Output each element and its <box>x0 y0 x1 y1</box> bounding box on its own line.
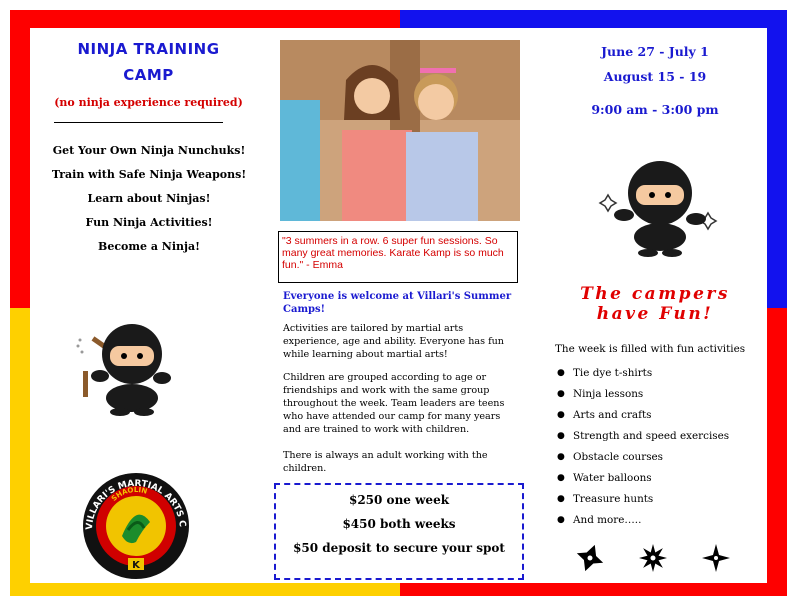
bullet-icon: ● <box>557 367 565 378</box>
activity-label: Tie dye t-shirts <box>573 366 653 379</box>
list-item: ● Tie dye t-shirts <box>557 362 772 383</box>
camp-dates: June 27 - July 1 August 15 - 19 9:00 am … <box>555 44 755 127</box>
price-box: $250 one week $450 both weeks $50 deposi… <box>274 483 524 580</box>
bullet-icon: ● <box>557 472 565 483</box>
logo-letter: K <box>132 560 141 571</box>
title-line-2: CAMP <box>123 66 174 84</box>
ninja-nunchuk-illustration <box>76 324 171 416</box>
bullet-icon: ● <box>557 514 565 525</box>
list-item: ● Strength and speed exercises <box>557 425 772 446</box>
campers-photo-image <box>280 40 520 221</box>
frame-top-blue <box>400 10 787 28</box>
activities-list: ● Tie dye t-shirts ● Ninja lessons ● Arts a… <box>557 362 772 530</box>
frame-left-yellow <box>10 308 30 596</box>
ninja-stars-row <box>576 544 730 572</box>
villaris-logo: K VILLARI'S MARTIAL ARTS CENTERS SHAOLIN <box>82 472 189 579</box>
price-both-weeks: $450 both weeks <box>342 517 456 531</box>
list-item: ● Obstacle courses <box>557 446 772 467</box>
activity-label: Strength and speed exercises <box>573 429 730 442</box>
campers-fun-line-1: The campers <box>580 284 730 304</box>
campers-fun-heading: The campers have Fun! <box>555 284 755 324</box>
title-line-1: NINJA TRAINING <box>77 40 220 58</box>
activity-label: Arts and crafts <box>573 408 652 421</box>
list-item: ● And more….. <box>557 509 772 530</box>
list-item: ● Treasure hunts <box>557 488 772 509</box>
frame-bottom-yellow <box>10 583 400 596</box>
activity-label: Water balloons <box>573 471 652 484</box>
feature-item: Learn about Ninjas! <box>87 192 211 205</box>
activity-label: Treasure hunts <box>573 492 654 505</box>
campers-photo <box>280 40 520 221</box>
frame-right-blue <box>767 10 787 310</box>
campers-fun-line-2: have Fun! <box>596 304 714 324</box>
shuriken-icon-3 <box>702 544 730 572</box>
subtitle: (no ninja experience required) <box>54 96 243 109</box>
paragraph-activities: Activities are tailored by martial arts … <box>283 323 504 360</box>
paragraph-adult: There is always an adult working with th… <box>283 450 488 474</box>
bullet-icon: ● <box>557 409 565 420</box>
divider <box>54 122 223 123</box>
shuriken-icon-2 <box>639 544 667 572</box>
feature-item: Get Your Own Ninja Nunchuks! <box>52 144 246 157</box>
shuriken-icon-1 <box>576 544 604 572</box>
price-one-week: $250 one week <box>348 493 450 507</box>
price-deposit: $50 deposit to secure your spot <box>293 541 505 555</box>
activity-label: Obstacle courses <box>573 450 664 463</box>
list-item: ● Ninja lessons <box>557 383 772 404</box>
date-week-2: August 15 - 19 <box>603 69 707 84</box>
activity-label: Ninja lessons <box>573 387 644 400</box>
list-item: ● Arts and crafts <box>557 404 772 425</box>
frame-left-red <box>10 10 30 310</box>
camp-hours: 9:00 am - 3:00 pm <box>591 102 719 117</box>
paragraph-groups: Children are grouped according to age or… <box>283 372 505 435</box>
frame-bottom-red <box>400 583 787 596</box>
feature-item: Become a Ninja! <box>98 240 200 253</box>
feature-item: Train with Safe Ninja Weapons! <box>51 168 247 181</box>
feature-item: Fun Ninja Activities! <box>85 216 213 229</box>
bullet-icon: ● <box>557 388 565 399</box>
date-week-1: June 27 - July 1 <box>601 44 709 59</box>
page-title: NINJA TRAINING CAMP <box>36 36 261 88</box>
activities-intro: The week is filled with fun activities <box>555 343 746 355</box>
welcome-heading: Everyone is welcome at Villari's Summer … <box>283 291 512 315</box>
list-item: ● Water balloons <box>557 467 772 488</box>
activity-label: And more….. <box>573 513 642 526</box>
ninja-star-illustration <box>598 161 718 257</box>
feature-list: Get Your Own Ninja Nunchuks! Train with … <box>34 144 264 264</box>
bullet-icon: ● <box>557 451 565 462</box>
bullet-icon: ● <box>557 493 565 504</box>
bullet-icon: ● <box>557 430 565 441</box>
testimonial-quote: "3 summers in a row. 6 super fun session… <box>278 231 518 283</box>
